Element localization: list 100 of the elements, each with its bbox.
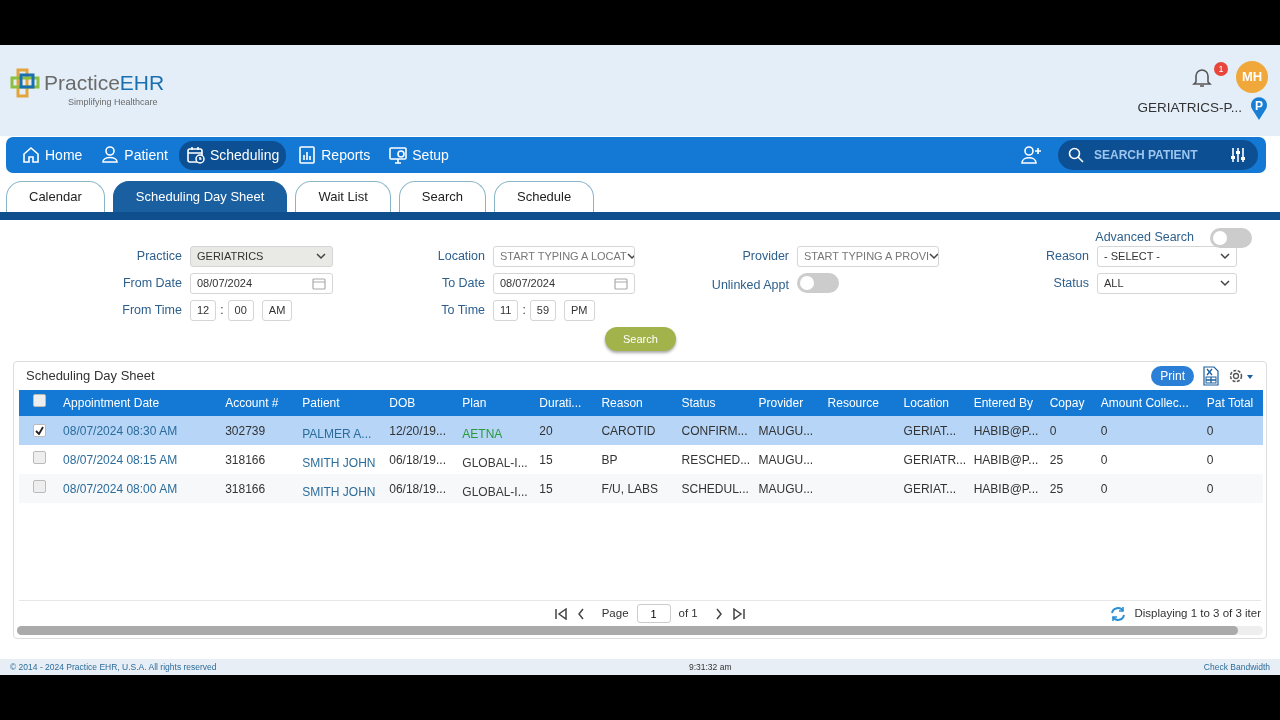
- column-header[interactable]: Appointment Date: [59, 390, 222, 416]
- table-cell: HABIB@P...: [973, 452, 1039, 467]
- logo-text: Practice: [44, 72, 120, 94]
- table-cell: MAUGU...: [758, 481, 814, 496]
- dropdown[interactable]: - SELECT -: [1097, 245, 1237, 267]
- table-cell: 302739: [225, 423, 266, 438]
- pin-letter: P: [1255, 97, 1263, 115]
- column-header[interactable]: Status: [677, 390, 755, 416]
- hour-field[interactable]: 12: [190, 299, 217, 321]
- date-field[interactable]: 08/07/2024: [493, 272, 635, 294]
- table-cell: SCHEDUL...: [681, 481, 749, 496]
- last-page-icon[interactable]: [731, 607, 746, 620]
- table-cell: 15: [539, 481, 553, 496]
- column-header[interactable]: Entered By: [969, 390, 1046, 416]
- table-cell: 318166: [225, 481, 266, 496]
- filter-sliders-icon[interactable]: [1230, 147, 1246, 163]
- row-checkbox[interactable]: [32, 423, 46, 437]
- table-cell: CONFIRM...: [681, 423, 748, 438]
- field-label: From Date: [121, 274, 183, 292]
- dropdown[interactable]: START TYPING A LOCAT: [493, 245, 635, 267]
- table-cell: 20: [539, 423, 553, 438]
- table-cell: MAUGU...: [758, 452, 814, 467]
- column-header[interactable]: Account #: [221, 390, 299, 416]
- field-label: Location: [436, 247, 486, 265]
- field-label: Status: [1052, 274, 1090, 292]
- time-separator: :: [220, 302, 224, 319]
- minute-field[interactable]: 59: [529, 299, 556, 321]
- table-cell: 0: [1206, 481, 1214, 496]
- column-header[interactable]: Copay: [1045, 390, 1097, 416]
- toggle-switch[interactable]: [1210, 227, 1252, 248]
- copyright-text: © 2014 - 2024 Practice EHR, U.S.A. All rights reserved: [10, 660, 217, 674]
- table-cell: 0: [1100, 423, 1108, 438]
- calendar-clock-icon: [185, 145, 206, 165]
- print-button[interactable]: Print: [1151, 366, 1194, 386]
- select-all-checkbox[interactable]: [32, 394, 46, 407]
- row-checkbox[interactable]: [32, 479, 46, 493]
- scrollbar-thumb[interactable]: [17, 626, 1239, 635]
- table-cell: 0: [1206, 452, 1214, 467]
- minute-field[interactable]: 00: [227, 299, 254, 321]
- hour-field[interactable]: 11: [493, 299, 519, 321]
- nav-tab[interactable]: Scheduling: [178, 140, 287, 170]
- tab[interactable]: Scheduling Day Sheet: [112, 181, 288, 212]
- column-header[interactable]: Amount Collec...: [1096, 390, 1203, 416]
- column-header[interactable]: Provider: [754, 390, 824, 416]
- column-header[interactable]: Durati...: [535, 390, 598, 416]
- bandwidth-link[interactable]: Check Bandwidth: [1203, 660, 1270, 674]
- period-field[interactable]: PM: [564, 299, 595, 321]
- refresh-icon[interactable]: [1110, 605, 1127, 622]
- dropdown[interactable]: START TYPING A PROVI: [797, 245, 939, 267]
- appointment-link[interactable]: 08/07/2024 08:15 AM: [63, 452, 178, 467]
- row-checkbox[interactable]: [32, 450, 46, 464]
- search-field[interactable]: SEARCH PATIENT: [1092, 145, 1222, 165]
- table-cell: 0: [1100, 452, 1108, 467]
- tab[interactable]: Search: [398, 181, 486, 212]
- table-cell: GERIATR...: [903, 452, 967, 467]
- column-header[interactable]: DOB: [385, 390, 459, 416]
- table-cell: CAROTID: [601, 423, 656, 438]
- table-cell: HABIB@P...: [973, 481, 1039, 496]
- page-label: Page: [601, 605, 629, 621]
- plan-text: GLOBAL-I...: [462, 484, 528, 499]
- column-header[interactable]: Plan: [458, 390, 536, 416]
- column-header[interactable]: Location: [899, 390, 970, 416]
- field-label: Unlinked Appt: [710, 276, 790, 294]
- column-header[interactable]: Patient: [298, 390, 386, 416]
- chevron-down-icon: [929, 252, 938, 260]
- logo-text: EHR: [119, 72, 165, 94]
- pin-icon: [1250, 96, 1268, 121]
- table-cell: 0: [1049, 423, 1057, 438]
- period-field[interactable]: AM: [261, 299, 293, 321]
- chart-icon: [297, 145, 318, 165]
- tab[interactable]: Wait List: [295, 181, 391, 212]
- column-header[interactable]: Resource: [823, 390, 900, 416]
- field-label: To Date: [440, 274, 486, 292]
- nav-tab[interactable]: Patient: [93, 140, 175, 170]
- dropdown[interactable]: ALL: [1097, 272, 1237, 294]
- settings-icon[interactable]: [1228, 368, 1254, 384]
- previous-page-icon[interactable]: [575, 607, 586, 620]
- search-icon: [1068, 147, 1084, 163]
- tab[interactable]: Schedule: [494, 181, 595, 212]
- table-cell: BP: [601, 452, 618, 467]
- nav-tab[interactable]: Reports: [290, 140, 378, 170]
- next-page-icon[interactable]: [713, 607, 724, 620]
- tab[interactable]: Calendar: [6, 181, 105, 212]
- home-icon: [21, 145, 41, 165]
- page-count: of 1: [678, 605, 698, 621]
- nav-tab[interactable]: Setup: [381, 140, 456, 170]
- first-page-icon[interactable]: [553, 607, 568, 620]
- patient-link[interactable]: SMITH JOHN: [302, 455, 376, 470]
- field-label: Advanced Search: [1095, 229, 1195, 247]
- search-box[interactable]: SEARCH PATIENT: [1058, 140, 1258, 170]
- table-cell: MAUGU...: [758, 423, 814, 438]
- spreadsheet-icon[interactable]: [1202, 366, 1220, 386]
- toggle-switch[interactable]: [797, 272, 839, 293]
- add-person-icon[interactable]: [1020, 144, 1042, 166]
- column-header[interactable]: Pat Total: [1202, 390, 1263, 416]
- practice-name[interactable]: GERIATRICS-P...: [1137, 98, 1242, 119]
- column-header[interactable]: Reason: [597, 390, 678, 416]
- page-field[interactable]: 1: [636, 604, 671, 623]
- date-field[interactable]: 08/07/2024: [190, 272, 333, 294]
- nav-tab[interactable]: Home: [14, 140, 90, 170]
